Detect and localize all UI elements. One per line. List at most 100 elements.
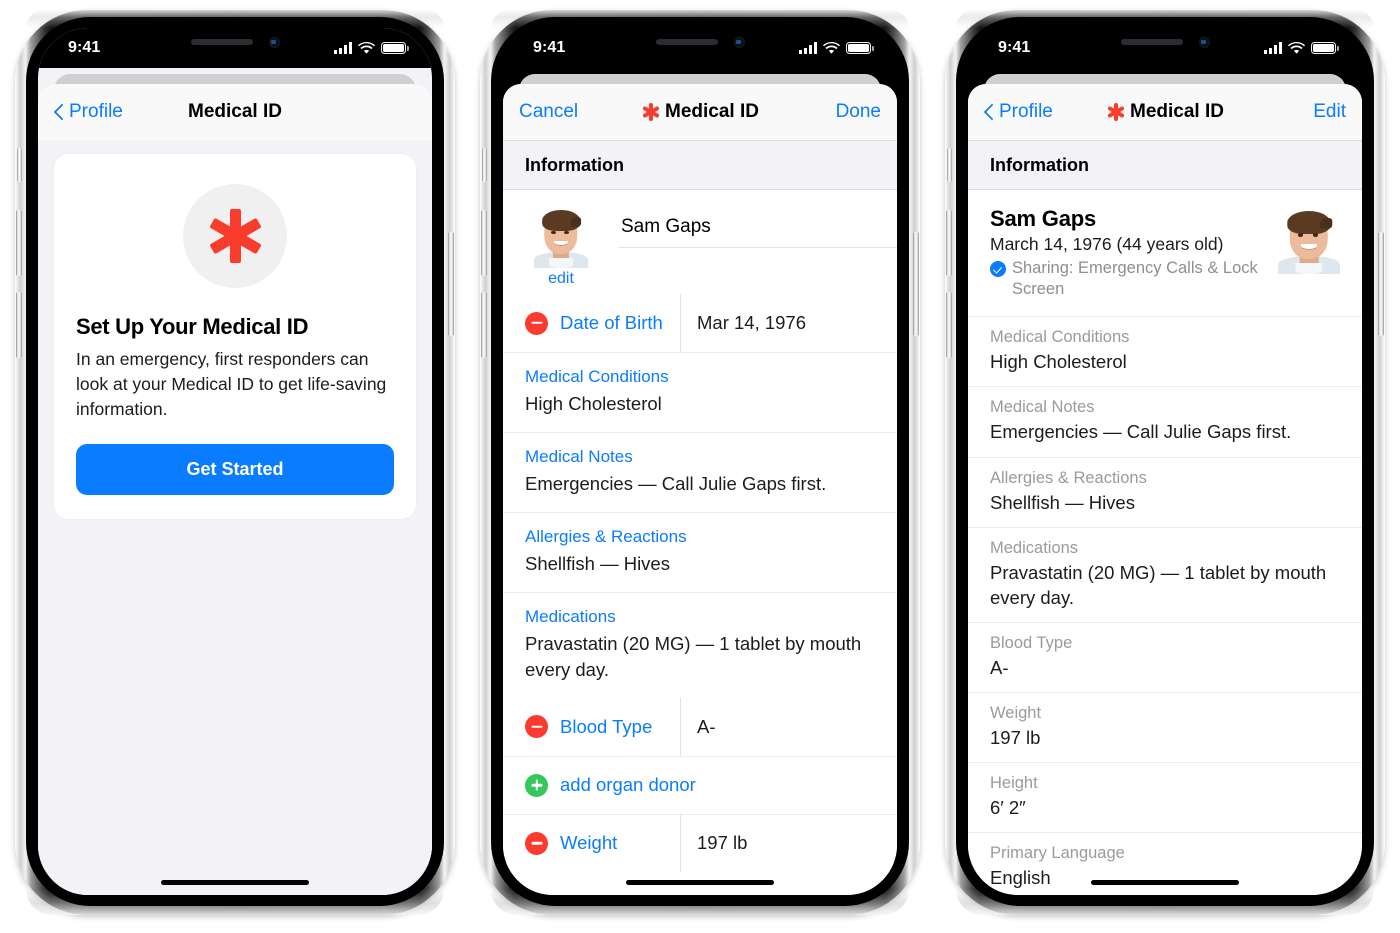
home-indicator[interactable] [1091,879,1239,885]
volume-down-button[interactable] [481,292,487,358]
detail-value: 197 lb [990,727,1041,749]
intro-wrap: Set Up Your Medical ID In an emergency, … [38,140,432,519]
remove-icon[interactable] [525,715,548,739]
power-button[interactable] [913,232,919,336]
medical-asterisk-badge [183,184,287,288]
action-row-add-organ-donor[interactable]: add organ donor [503,755,897,814]
medical-asterisk-icon [641,103,660,122]
intro-title: Set Up Your Medical ID [76,314,309,339]
detail-label: Primary Language [990,844,1125,863]
navigation-bar: Profile Medical ID [38,84,432,140]
field-value[interactable]: A- [681,716,716,738]
detail-row-weight: Weight 197 lb [968,692,1362,762]
app-sheet: Profile Medical ID Edit Information Sam … [968,84,1362,895]
silent-switch[interactable] [17,148,22,182]
setup-body: Set Up Your Medical ID In an emergency, … [38,140,432,895]
cellular-icon [1264,42,1282,54]
edit-button[interactable]: Edit [1313,101,1346,123]
back-button-label: Profile [69,101,123,122]
section-header-information: Information [968,140,1362,190]
block-value[interactable]: Emergencies — Call Julie Gaps first. [525,471,875,496]
phone-screen: 9:41 [968,28,1362,895]
get-started-button[interactable]: Get Started [76,443,394,495]
action-label[interactable]: add organ donor [560,774,696,796]
detail-row-medical-conditions: Medical Conditions High Cholesterol [968,316,1362,386]
silent-switch[interactable] [482,148,487,182]
field-value[interactable]: 197 lb [681,832,747,854]
add-icon[interactable] [525,773,548,797]
field-row-blood-type[interactable]: Blood Type A- [503,697,897,756]
cancel-button-label: Cancel [519,101,579,122]
phone-screen: 9:41 [38,28,432,895]
field-row-date-of-birth[interactable]: Date of Birth Mar 14, 1976 [503,294,897,352]
medical-asterisk-icon [206,207,264,265]
cancel-button[interactable]: Cancel [519,101,578,123]
detail-value: Emergencies — Call Julie Gaps first. [990,421,1292,443]
avatar-photo [534,206,588,268]
block-label: Medications [525,607,616,627]
wifi-icon [823,41,840,54]
block-row-medical-conditions[interactable]: Medical Conditions High Cholesterol [503,352,897,432]
block-value[interactable]: Pravastatin (20 MG) — 1 tablet by mouth … [525,631,875,681]
block-value[interactable]: High Cholesterol [525,391,875,416]
detail-value: Pravastatin (20 MG) — 1 tablet by mouth … [990,561,1327,608]
volume-down-button[interactable] [946,292,952,358]
power-button[interactable] [448,232,454,336]
chevron-left-icon [54,103,65,122]
detail-label: Medical Notes [990,398,1095,417]
volume-up-button[interactable] [16,210,22,276]
avatar-column: edit [525,206,597,288]
earpiece-speaker-icon [190,39,253,45]
sharing-status-text: Sharing: Emergency Calls & Lock Screen [1012,259,1258,299]
phone-screen: 9:41 Cancel Medical ID Done Information … [503,28,897,895]
block-row-medications[interactable]: Medications Pravastatin (20 MG) — 1 tabl… [503,592,897,697]
volume-down-button[interactable] [16,292,22,358]
front-camera-icon [268,36,280,48]
intro-body-text: In an emergency, first responders can lo… [76,349,387,419]
phone-edit: 9:41 Cancel Medical ID Done Information … [480,10,920,915]
power-button[interactable] [1378,232,1384,336]
home-indicator[interactable] [161,879,309,885]
detail-row-medical-notes: Medical Notes Emergencies — Call Julie G… [968,386,1362,456]
block-row-medical-notes[interactable]: Medical Notes Emergencies — Call Julie G… [503,432,897,512]
navigation-bar: Profile Medical ID Edit [968,84,1362,140]
back-button[interactable]: Profile [54,101,123,123]
navigation-bar: Cancel Medical ID Done [503,84,897,140]
back-button[interactable]: Profile [984,101,1053,123]
avatar [534,206,588,268]
status-time: 9:41 [68,39,101,56]
volume-up-button[interactable] [481,210,487,276]
detail-label: Medical Conditions [990,328,1130,347]
notch [142,28,328,56]
block-value[interactable]: Shellfish — Hives [525,551,875,576]
edit-avatar-link[interactable]: edit [548,270,574,288]
remove-icon[interactable] [525,311,548,335]
sharing-status: Sharing: Emergency Calls & Lock Screen [990,258,1268,300]
block-label: Medical Conditions [525,367,669,386]
done-button-label: Done [835,101,881,122]
wifi-icon [358,41,375,54]
cellular-icon [334,42,352,54]
detail-row-medications: Medications Pravastatin (20 MG) — 1 tabl… [968,526,1362,622]
chevron-left-icon [984,103,995,122]
field-value[interactable]: Mar 14, 1976 [681,312,806,334]
block-row-allergies-reactions[interactable]: Allergies & Reactions Shellfish — Hives [503,512,897,592]
screenshot-stage: 9:41 Profile Medical ID Set Up Your Medi… [0,0,1400,933]
done-button[interactable]: Done [836,101,881,123]
app-sheet: Cancel Medical ID Done Information edit … [503,84,897,895]
name-input[interactable]: Sam Gaps [619,216,897,248]
volume-up-button[interactable] [946,210,952,276]
field-row-weight[interactable]: Weight 197 lb [503,813,897,872]
wifi-icon [1288,41,1305,54]
back-button-label: Profile [999,101,1053,122]
status-time: 9:41 [998,39,1031,56]
medical-id-intro-card: Set Up Your Medical ID In an emergency, … [54,154,416,519]
remove-icon[interactable] [525,831,548,855]
status-icons [1264,41,1339,55]
detail-value: 6′ 2″ [990,797,1026,819]
home-indicator[interactable] [626,879,774,885]
block-label: Medical Notes [525,447,633,467]
detail-label: Allergies & Reactions [990,468,1147,487]
silent-switch[interactable] [947,148,952,182]
status-icons [799,41,874,55]
